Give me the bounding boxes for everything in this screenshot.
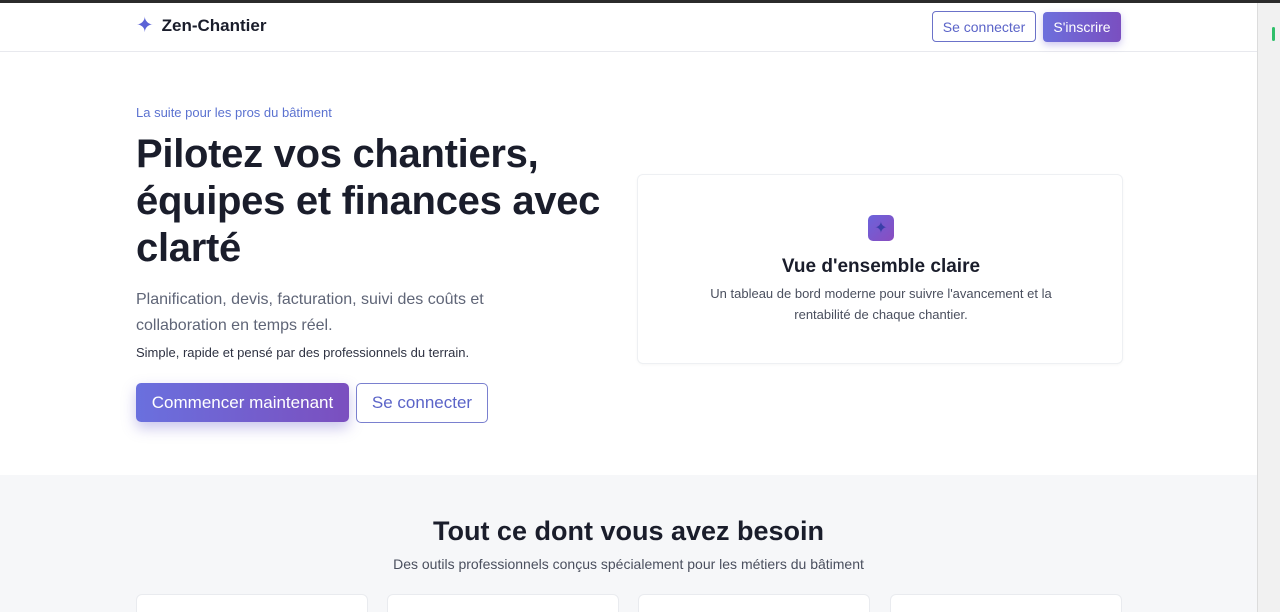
brand-name: Zen-Chantier [161, 16, 267, 35]
features-subtitle: Des outils professionnels conçus spécial… [393, 556, 864, 572]
page: ✦ Zen-Chantier Se connecter S'inscrire L… [0, 3, 1257, 612]
start-now-button[interactable]: Commencer maintenant [136, 383, 349, 422]
features-section: Tout ce dont vous avez besoin Des outils… [0, 475, 1257, 612]
brand-logo[interactable]: ✦ Zen-Chantier [136, 15, 266, 37]
login-button-hero[interactable]: Se connecter [356, 383, 488, 423]
login-button-header[interactable]: Se connecter [932, 11, 1036, 42]
feature-card [890, 594, 1122, 612]
overview-text: Un tableau de bord moderne pour suivre l… [710, 286, 1052, 322]
scrollbar[interactable] [1257, 3, 1280, 612]
sparkle-icon: ✦ [136, 14, 154, 37]
hero-subtitle: Planification, devis, facturation, suivi… [136, 291, 484, 334]
overview-title: Vue d'ensemble claire [781, 256, 981, 277]
sparkle-icon: ✦ [868, 215, 894, 241]
feature-card [638, 594, 870, 612]
features-title: Tout ce dont vous avez besoin [432, 516, 825, 546]
feature-card [387, 594, 619, 612]
hero-title: Pilotez vos chantiers, équipes et financ… [136, 132, 601, 270]
scrollbar-thumb[interactable] [1272, 27, 1275, 41]
hero-eyebrow: La suite pour les pros du bâtiment [136, 105, 332, 120]
hero-note: Simple, rapide et pensé par des professi… [136, 345, 470, 360]
feature-card [136, 594, 368, 612]
signup-button-header[interactable]: S'inscrire [1043, 12, 1121, 42]
site-header: ✦ Zen-Chantier Se connecter S'inscrire [0, 3, 1257, 52]
overview-card: ✦ Vue d'ensemble claire Un tableau de bo… [637, 174, 1123, 364]
